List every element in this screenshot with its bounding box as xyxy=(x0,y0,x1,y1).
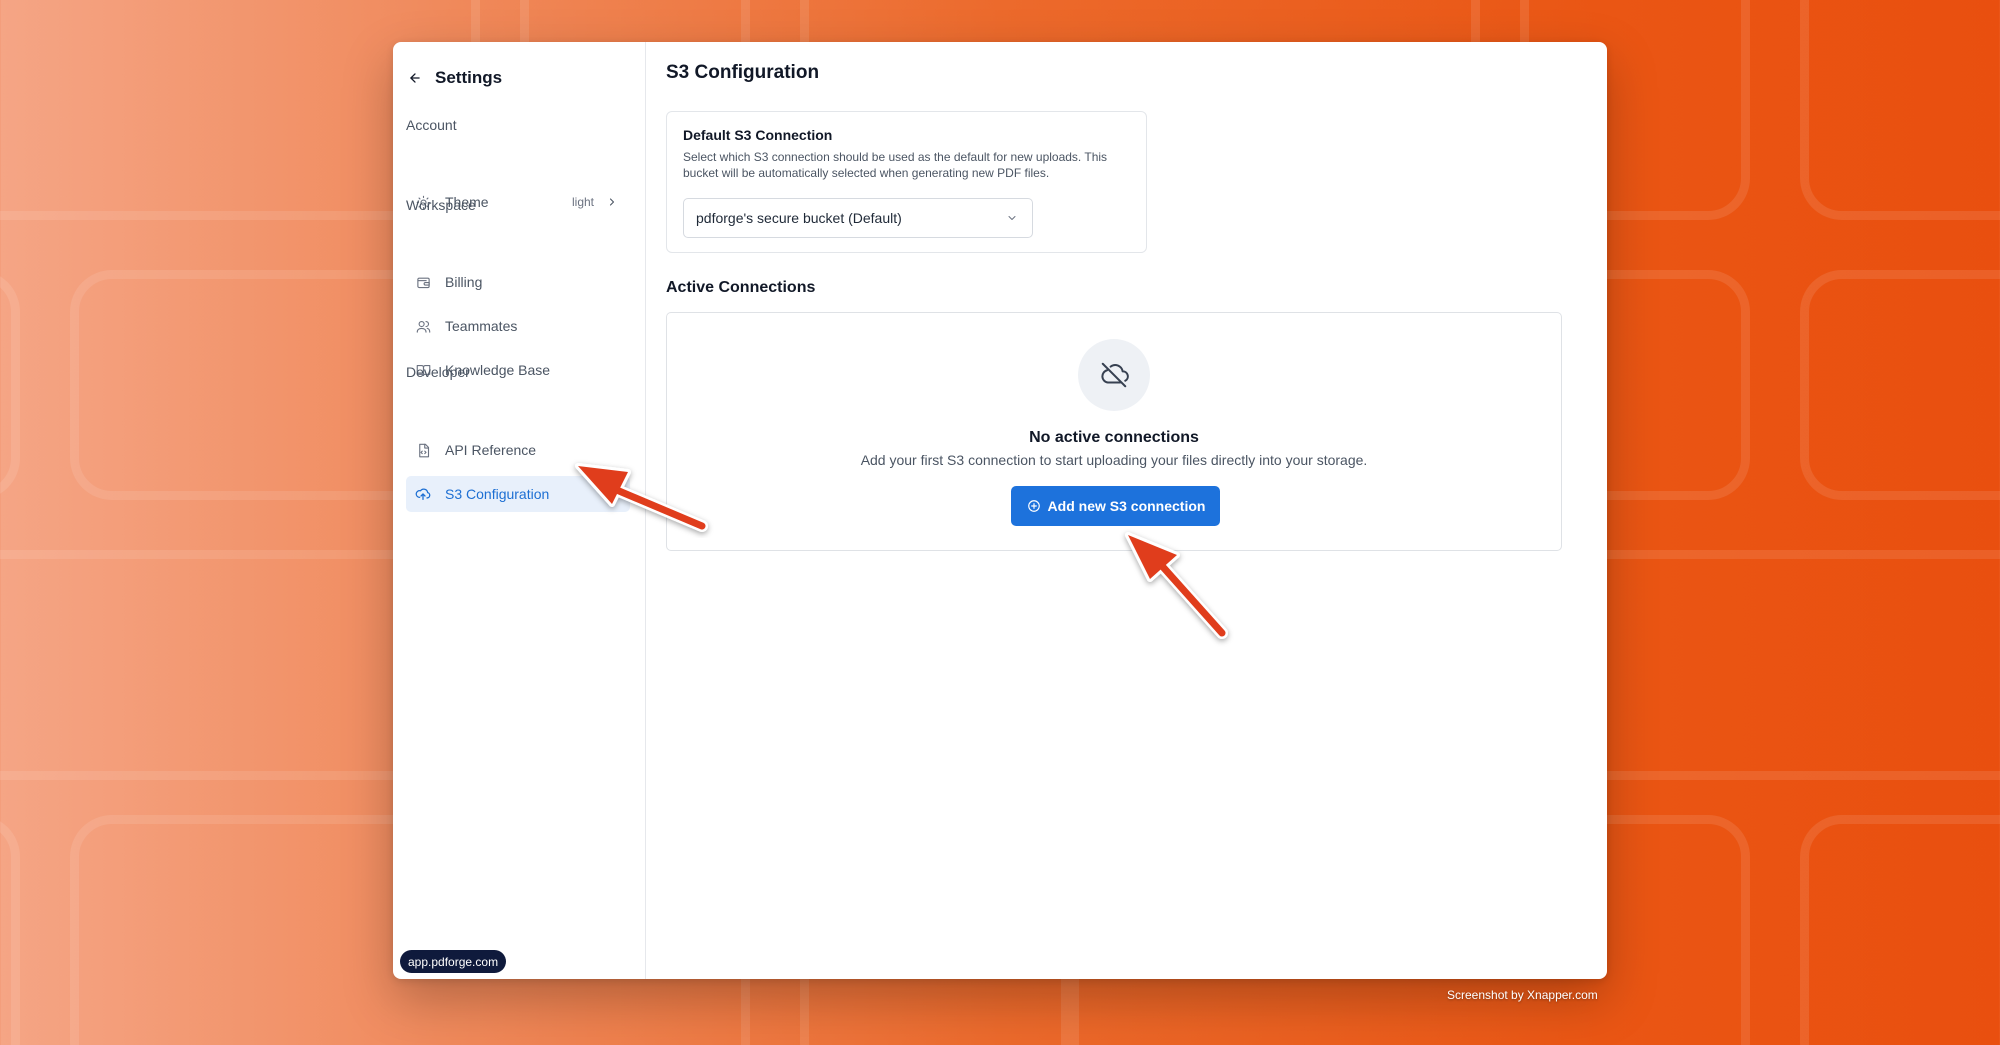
sidebar-item-api-reference[interactable]: API Reference xyxy=(406,432,630,468)
select-value: pdforge's secure bucket (Default) xyxy=(696,210,902,226)
settings-sidebar: Settings Account Theme light Workspace B… xyxy=(393,42,646,979)
app-window: Settings Account Theme light Workspace B… xyxy=(393,42,1607,979)
url-badge: app.pdforge.com xyxy=(400,950,507,973)
sidebar-item-label: Billing xyxy=(445,274,483,290)
empty-state-title: No active connections xyxy=(1029,429,1199,446)
theme-value-group: light xyxy=(572,194,620,210)
add-s3-connection-button[interactable]: Add new S3 connection xyxy=(1011,486,1220,526)
add-button-label: Add new S3 connection xyxy=(1047,498,1206,514)
empty-state-icon-badge xyxy=(1078,339,1150,411)
wallet-icon xyxy=(415,274,431,290)
section-account: Account xyxy=(406,117,457,133)
default-connection-title: Default S3 Connection xyxy=(683,127,833,143)
sidebar-item-label: S3 Configuration xyxy=(445,486,550,502)
page-title: S3 Configuration xyxy=(666,62,820,83)
theme-value: light xyxy=(571,195,594,209)
back-to-settings[interactable]: Settings xyxy=(407,68,502,88)
main-content: S3 Configuration Default S3 Connection S… xyxy=(646,42,1607,979)
active-connections-heading: Active Connections xyxy=(666,279,816,296)
sidebar-item-billing[interactable]: Billing xyxy=(406,264,630,300)
active-connections-empty-state: No active connections Add your first S3 … xyxy=(666,312,1562,551)
users-icon xyxy=(415,318,431,334)
default-connection-card: Default S3 Connection Select which S3 co… xyxy=(666,111,1147,253)
section-developer: Developer xyxy=(406,364,470,380)
plus-circle-icon xyxy=(1026,498,1042,514)
section-workspace: Workspace xyxy=(406,197,476,213)
chevron-down-icon xyxy=(1004,210,1020,226)
chevron-right-icon xyxy=(604,194,620,210)
default-connection-description: Select which S3 connection should be use… xyxy=(683,150,1108,180)
sidebar-title: Settings xyxy=(435,68,503,87)
default-connection-select[interactable]: pdforge's secure bucket (Default) xyxy=(683,198,1033,238)
screenshot-credit: Screenshot by Xnapper.com xyxy=(1447,988,1598,1002)
empty-state-description: Add your first S3 connection to start up… xyxy=(860,452,1368,468)
sidebar-item-label: Teammates xyxy=(445,318,518,334)
file-code-icon xyxy=(415,442,431,458)
cloud-off-icon xyxy=(1099,360,1129,390)
cloud-upload-icon xyxy=(415,486,431,502)
sidebar-item-label: API Reference xyxy=(445,442,537,458)
sidebar-item-teammates[interactable]: Teammates xyxy=(406,308,630,344)
arrow-left-icon xyxy=(407,70,423,86)
sidebar-item-s3-configuration[interactable]: S3 Configuration xyxy=(406,476,630,512)
